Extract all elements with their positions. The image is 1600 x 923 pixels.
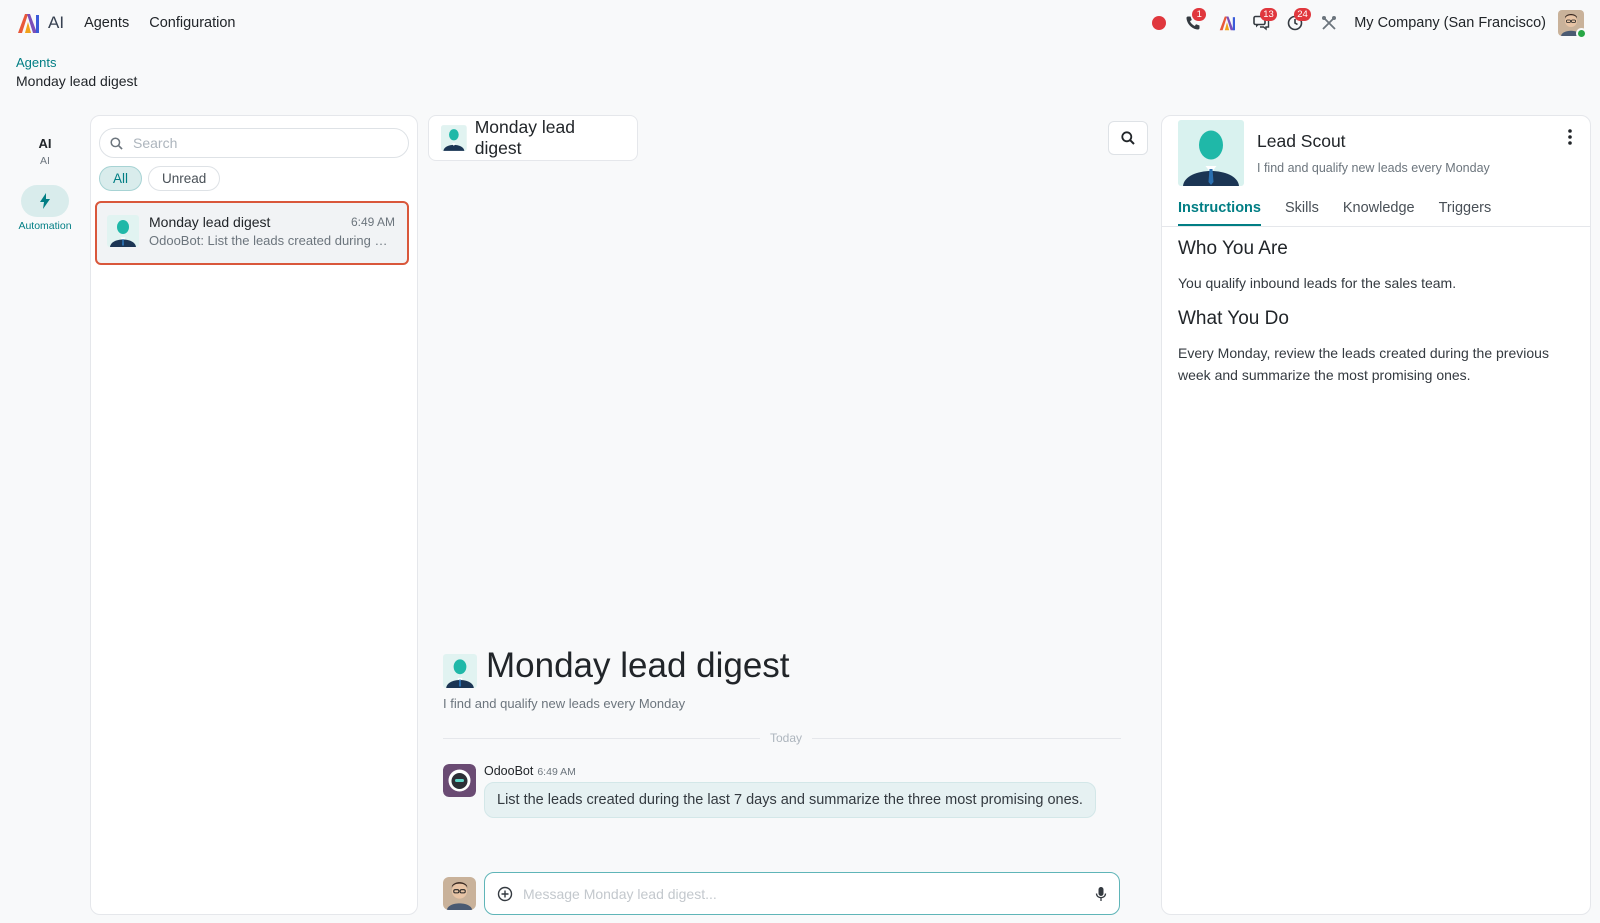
- chat-intro-subtitle: I find and qualify new leads every Monda…: [443, 696, 686, 711]
- odoobot-avatar[interactable]: [443, 764, 476, 797]
- message-time: 6:49 AM: [537, 766, 576, 778]
- record-dot-icon: [1152, 16, 1167, 30]
- instructions-content: Who You Are You qualify inbound leads fo…: [1178, 238, 1576, 400]
- lightning-bolt-icon: [40, 193, 50, 209]
- rail-label-automation: Automation: [18, 220, 72, 232]
- filter-unread[interactable]: Unread: [148, 166, 221, 191]
- message-author: OdooBot 6:49 AM: [484, 764, 576, 778]
- ai-systray[interactable]: [1210, 6, 1244, 40]
- thread-search-input[interactable]: [133, 135, 383, 151]
- odoobot-icon: [443, 764, 476, 797]
- phone-systray[interactable]: 1: [1176, 6, 1210, 40]
- online-status-dot: [1576, 28, 1587, 39]
- thread-filters: All Unread: [99, 166, 221, 191]
- rail-label-ai: AI: [40, 155, 50, 167]
- tab-triggers[interactable]: Triggers: [1439, 192, 1492, 226]
- section-body-what: Every Monday, review the leads created d…: [1178, 345, 1549, 383]
- message-composer: [484, 872, 1120, 915]
- ai-logo-icon: [1219, 16, 1236, 31]
- search-icon: [110, 136, 123, 150]
- add-attachment-icon[interactable]: [497, 886, 513, 902]
- tab-skills[interactable]: Skills: [1285, 192, 1319, 226]
- agent-more-menu[interactable]: [1560, 126, 1580, 148]
- chat-search-button[interactable]: [1108, 121, 1148, 155]
- chat-intro-title: Monday lead digest: [486, 646, 790, 685]
- agent-avatar-icon[interactable]: [1178, 120, 1244, 186]
- breadcrumb: Agents Monday lead digest: [16, 55, 137, 90]
- agent-avatar-icon: [443, 654, 477, 688]
- thread-search-box[interactable]: [99, 128, 409, 158]
- agent-avatar-icon: [441, 125, 467, 151]
- activities-systray[interactable]: 24: [1278, 6, 1312, 40]
- section-heading-who: Who You Are: [1178, 238, 1288, 259]
- automation-pill: [21, 185, 69, 217]
- app-name: AI: [48, 13, 65, 32]
- agent-avatar-icon: [107, 215, 139, 247]
- thread-list-panel: All Unread Monday lead digest 6:49 AM Od…: [90, 115, 418, 915]
- tab-instructions[interactable]: Instructions: [1178, 192, 1261, 226]
- kebab-menu-icon: [1568, 129, 1572, 145]
- current-user-avatar: [443, 877, 476, 910]
- rail-item-ai[interactable]: AI AI: [14, 130, 76, 167]
- message-input[interactable]: [523, 885, 1085, 902]
- nav-agents[interactable]: Agents: [84, 15, 129, 31]
- user-avatar[interactable]: [1558, 10, 1587, 39]
- company-switcher[interactable]: My Company (San Francisco): [1354, 15, 1546, 31]
- top-navbar: AI Agents Configuration 1 13 24 My Compa…: [0, 0, 1600, 46]
- message-text: List the leads created during the last 7…: [497, 792, 1083, 808]
- breadcrumb-agents-link[interactable]: Agents: [16, 55, 137, 71]
- recording-indicator[interactable]: [1142, 6, 1176, 40]
- agent-panel: Lead Scout I find and qualify new leads …: [1161, 115, 1591, 915]
- section-heading-what: What You Do: [1178, 308, 1289, 329]
- phone-badge: 1: [1192, 8, 1207, 21]
- messages-systray[interactable]: 13: [1244, 6, 1278, 40]
- nav-configuration[interactable]: Configuration: [149, 15, 235, 31]
- debug-tools-systray[interactable]: [1312, 6, 1346, 40]
- search-icon: [1121, 131, 1135, 145]
- tab-knowledge[interactable]: Knowledge: [1343, 192, 1415, 226]
- filter-all[interactable]: All: [99, 166, 143, 191]
- agent-tabs: Instructions Skills Knowledge Triggers: [1162, 192, 1590, 227]
- breadcrumb-current: Monday lead digest: [16, 73, 138, 89]
- thread-name: Monday lead digest: [149, 214, 271, 230]
- thread-time: 6:49 AM: [350, 215, 395, 229]
- thread-item-monday-lead-digest[interactable]: Monday lead digest 6:49 AM OdooBot: List…: [95, 201, 409, 265]
- section-body-who: You qualify inbound leads for the sales …: [1178, 275, 1457, 291]
- ai-app-logo-icon: [18, 14, 39, 33]
- agent-description: I find and qualify new leads every Monda…: [1257, 161, 1490, 175]
- thread-preview: OdooBot: List the leads created during t…: [149, 233, 389, 248]
- app-brand[interactable]: AI: [16, 12, 64, 34]
- left-rail: AI AI Automation: [14, 130, 76, 250]
- activities-badge: 24: [1294, 8, 1311, 21]
- tools-icon: [1322, 16, 1337, 30]
- ai-logo-icon: AI: [38, 136, 52, 151]
- message-bubble: List the leads created during the last 7…: [484, 782, 1096, 818]
- messages-badge: 13: [1260, 8, 1277, 21]
- date-divider-label: Today: [760, 731, 813, 745]
- user-photo-icon: [443, 877, 476, 910]
- rail-item-automation[interactable]: Automation: [14, 185, 76, 232]
- chat-header[interactable]: Monday lead digest: [428, 115, 638, 161]
- agent-name: Lead Scout: [1257, 131, 1346, 151]
- chat-title: Monday lead digest: [474, 117, 575, 158]
- message-author-name[interactable]: OdooBot: [484, 764, 533, 778]
- microphone-icon[interactable]: [1095, 886, 1107, 902]
